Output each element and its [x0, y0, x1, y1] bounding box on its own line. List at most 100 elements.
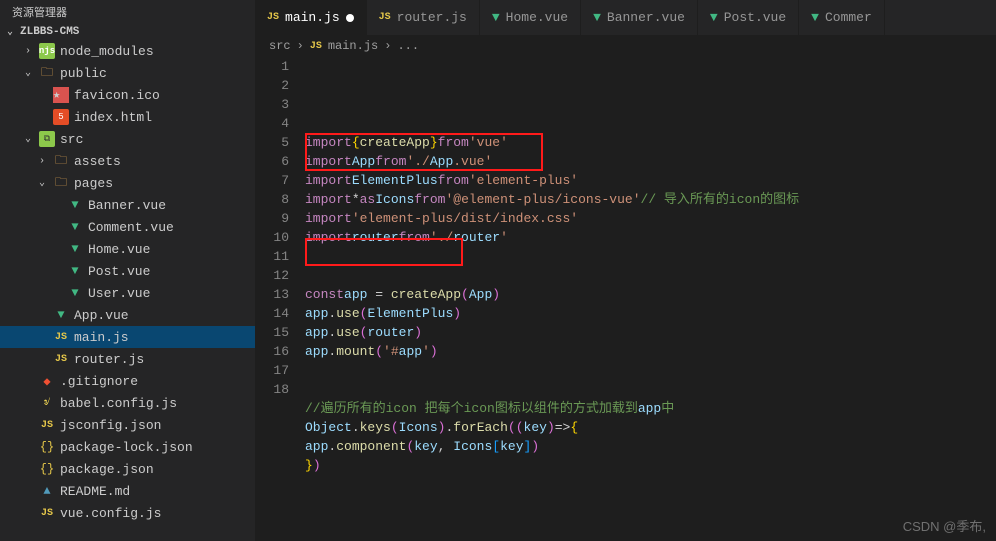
tree-item[interactable]: ▲README.md — [0, 480, 255, 502]
chevron-icon: ⌄ — [22, 67, 34, 79]
vue-icon: ▼ — [492, 10, 500, 25]
line-number: 4 — [255, 114, 289, 133]
breadcrumb[interactable]: src › JS main.js › ... — [255, 35, 996, 57]
tree-item-label: public — [60, 66, 107, 81]
line-number: 3 — [255, 95, 289, 114]
tree-item-label: favicon.ico — [74, 88, 160, 103]
editor-tab[interactable]: ▼ Commer — [799, 0, 885, 35]
code-line[interactable]: import ElementPlus from 'element-plus' — [305, 171, 996, 190]
line-number: 1 — [255, 57, 289, 76]
tab-label: main.js — [285, 10, 340, 25]
tree-item[interactable]: JSmain.js — [0, 326, 255, 348]
tree-item-label: package-lock.json — [60, 440, 193, 455]
tree-item[interactable]: ›🗀assets — [0, 150, 255, 172]
vue-icon: ▼ — [53, 307, 69, 323]
js-icon: JS — [310, 41, 322, 52]
line-number: 8 — [255, 190, 289, 209]
code-line[interactable] — [305, 247, 996, 266]
tree-item[interactable]: {} package-lock.json — [0, 436, 255, 458]
tab-label: router.js — [397, 10, 467, 25]
chevron-icon: › — [22, 46, 34, 57]
code-line[interactable]: import App from './App.vue' — [305, 152, 996, 171]
tree-item[interactable]: JS jsconfig.json — [0, 414, 255, 436]
line-number: 6 — [255, 152, 289, 171]
tree-item[interactable]: ৶babel.config.js — [0, 392, 255, 414]
tree-item[interactable]: ▼Banner.vue — [0, 194, 255, 216]
code-line[interactable]: app.use(router) — [305, 323, 996, 342]
watermark: CSDN @季布, — [903, 516, 986, 535]
vue-icon: ▼ — [67, 219, 83, 235]
folder-icon: 🗀 — [39, 65, 55, 81]
tree-item[interactable]: JSvue.config.js — [0, 502, 255, 524]
tree-item[interactable]: ★ favicon.ico — [0, 84, 255, 106]
tab-label: Banner.vue — [607, 10, 685, 25]
breadcrumb-part: main.js — [328, 39, 378, 53]
js-icon: JS — [39, 417, 55, 433]
tree-item[interactable]: ▼Post.vue — [0, 260, 255, 282]
tree-item[interactable]: ▼User.vue — [0, 282, 255, 304]
tree-item[interactable]: {}package.json — [0, 458, 255, 480]
code-line[interactable]: import 'element-plus/dist/index.css' — [305, 209, 996, 228]
file-tree: ›njsnode_modules ⌄ 🗀 public ★ favicon.ico 5ind… — [0, 40, 255, 524]
tree-item[interactable]: JSrouter.js — [0, 348, 255, 370]
tree-item[interactable]: ▼App.vue — [0, 304, 255, 326]
tree-item-label: Banner.vue — [88, 198, 166, 213]
editor-tab[interactable]: ▼Banner.vue — [581, 0, 698, 35]
favicon-icon: ★ — [53, 87, 69, 103]
code-line[interactable]: app.use(ElementPlus) — [305, 304, 996, 323]
explorer-title: 资源管理器 — [0, 0, 255, 24]
editor-tab[interactable]: JSmain.js — [255, 0, 367, 35]
editor-tab[interactable]: ▼Home.vue — [480, 0, 581, 35]
line-number: 7 — [255, 171, 289, 190]
json-icon: {} — [39, 461, 55, 477]
tree-item[interactable]: ⌄ 🗀 public — [0, 62, 255, 84]
tree-item[interactable]: ◆.gitignore — [0, 370, 255, 392]
tree-item[interactable]: ▼Comment.vue — [0, 216, 255, 238]
code-line[interactable] — [305, 266, 996, 285]
project-name: ZLBBS-CMS — [20, 26, 79, 38]
line-number: 2 — [255, 76, 289, 95]
chevron-right-icon: › — [384, 39, 391, 53]
chevron-icon: ⌄ — [22, 133, 34, 145]
code-line[interactable]: import { createApp } from 'vue' — [305, 133, 996, 152]
line-number: 12 — [255, 266, 289, 285]
json-icon: {} — [39, 439, 55, 455]
code-line[interactable] — [305, 361, 996, 380]
line-number: 17 — [255, 361, 289, 380]
breadcrumb-part: src — [269, 39, 291, 53]
vue-icon: ▼ — [811, 10, 819, 25]
line-number: 5 — [255, 133, 289, 152]
code-line[interactable]: app.mount('#app') — [305, 342, 996, 361]
tree-item[interactable]: ⌄⧉src — [0, 128, 255, 150]
tab-bar: JSmain.jsJSrouter.js▼Home.vue▼Banner.vue… — [255, 0, 996, 35]
chevron-right-icon: › — [297, 39, 304, 53]
code-line[interactable] — [305, 380, 996, 399]
editor-tab[interactable]: JS router.js — [367, 0, 480, 35]
line-number: 16 — [255, 342, 289, 361]
editor-tab[interactable]: ▼Post.vue — [698, 0, 799, 35]
code-line[interactable]: app.component(key, Icons[key]) — [305, 437, 996, 456]
code-line[interactable]: const app = createApp(App) — [305, 285, 996, 304]
code-editor[interactable]: 123456789101112131415161718 import { cre… — [255, 57, 996, 541]
tree-item[interactable]: 5index.html — [0, 106, 255, 128]
code-content[interactable]: import { createApp } from 'vue'import Ap… — [305, 57, 996, 541]
vue-icon: ▼ — [710, 10, 718, 25]
js-icon: JS — [379, 12, 391, 23]
babel-icon: ৶ — [39, 395, 55, 411]
line-number: 14 — [255, 304, 289, 323]
tree-item-label: .gitignore — [60, 374, 138, 389]
js-icon: JS — [39, 505, 55, 521]
code-line[interactable]: }) — [305, 456, 996, 475]
tree-item[interactable]: ›njsnode_modules — [0, 40, 255, 62]
tree-item[interactable]: ⌄🗀pages — [0, 172, 255, 194]
code-line[interactable]: //遍历所有的icon 把每个icon图标以组件的方式加载到app中 — [305, 399, 996, 418]
code-line[interactable]: Object.keys(Icons).forEach((key) => { — [305, 418, 996, 437]
tree-item-label: jsconfig.json — [60, 418, 161, 433]
tab-label: Commer — [825, 10, 872, 25]
tree-item-label: src — [60, 132, 83, 147]
tree-item[interactable]: ▼Home.vue — [0, 238, 255, 260]
project-header[interactable]: ⌄ ZLBBS-CMS — [0, 24, 255, 40]
code-line[interactable]: import * as Icons from '@element-plus/ic… — [305, 190, 996, 209]
code-line[interactable]: import router from './router' — [305, 228, 996, 247]
line-number: 18 — [255, 380, 289, 399]
